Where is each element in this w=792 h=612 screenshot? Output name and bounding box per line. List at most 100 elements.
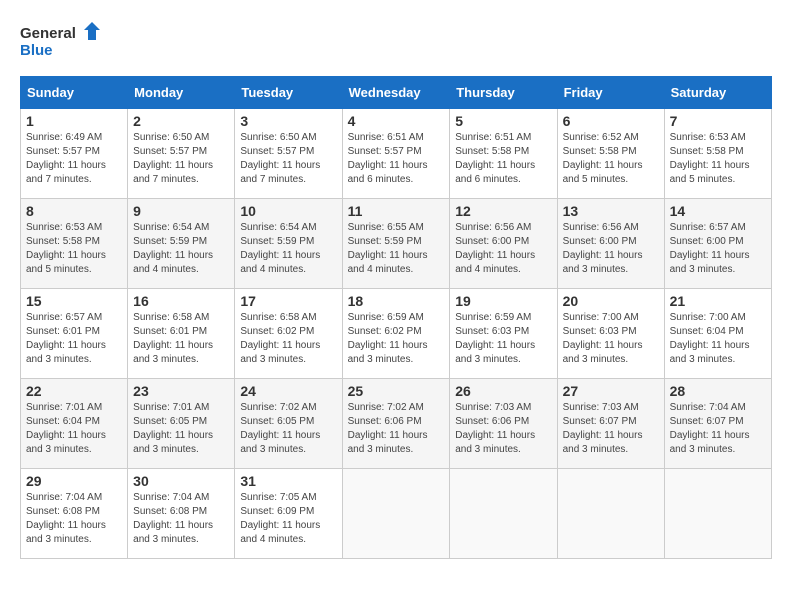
daylight-label: Daylight: 11 hours and 3 minutes. (563, 340, 643, 365)
sunrise-label: Sunrise: 6:54 AM (240, 222, 316, 233)
sunset-label: Sunset: 5:57 PM (26, 146, 100, 157)
calendar-cell: 30 Sunrise: 7:04 AM Sunset: 6:08 PM Dayl… (128, 469, 235, 559)
sunset-label: Sunset: 6:05 PM (240, 416, 314, 427)
daylight-label: Daylight: 11 hours and 7 minutes. (26, 160, 106, 185)
weekday-header-row: SundayMondayTuesdayWednesdayThursdayFrid… (21, 77, 772, 109)
calendar-cell: 26 Sunrise: 7:03 AM Sunset: 6:06 PM Dayl… (450, 379, 557, 469)
day-number: 6 (563, 113, 659, 129)
sunrise-label: Sunrise: 6:52 AM (563, 132, 639, 143)
calendar-cell: 29 Sunrise: 7:04 AM Sunset: 6:08 PM Dayl… (21, 469, 128, 559)
daylight-label: Daylight: 11 hours and 3 minutes. (670, 340, 750, 365)
day-info: Sunrise: 7:04 AM Sunset: 6:08 PM Dayligh… (26, 491, 122, 547)
daylight-label: Daylight: 11 hours and 3 minutes. (455, 340, 535, 365)
daylight-label: Daylight: 11 hours and 6 minutes. (348, 160, 428, 185)
day-info: Sunrise: 7:02 AM Sunset: 6:06 PM Dayligh… (348, 401, 445, 457)
daylight-label: Daylight: 11 hours and 7 minutes. (133, 160, 213, 185)
day-info: Sunrise: 6:51 AM Sunset: 5:57 PM Dayligh… (348, 131, 445, 187)
calendar-cell: 1 Sunrise: 6:49 AM Sunset: 5:57 PM Dayli… (21, 109, 128, 199)
daylight-label: Daylight: 11 hours and 3 minutes. (670, 250, 750, 275)
calendar-week-row: 29 Sunrise: 7:04 AM Sunset: 6:08 PM Dayl… (21, 469, 772, 559)
day-info: Sunrise: 6:57 AM Sunset: 6:00 PM Dayligh… (670, 221, 766, 277)
sunset-label: Sunset: 6:05 PM (133, 416, 207, 427)
calendar-cell: 3 Sunrise: 6:50 AM Sunset: 5:57 PM Dayli… (235, 109, 342, 199)
day-info: Sunrise: 6:56 AM Sunset: 6:00 PM Dayligh… (563, 221, 659, 277)
daylight-label: Daylight: 11 hours and 4 minutes. (133, 250, 213, 275)
sunrise-label: Sunrise: 7:03 AM (455, 402, 531, 413)
daylight-label: Daylight: 11 hours and 3 minutes. (563, 430, 643, 455)
calendar-cell: 22 Sunrise: 7:01 AM Sunset: 6:04 PM Dayl… (21, 379, 128, 469)
calendar-cell: 14 Sunrise: 6:57 AM Sunset: 6:00 PM Dayl… (664, 199, 771, 289)
daylight-label: Daylight: 11 hours and 3 minutes. (133, 520, 213, 545)
day-info: Sunrise: 6:54 AM Sunset: 5:59 PM Dayligh… (240, 221, 336, 277)
calendar-week-row: 15 Sunrise: 6:57 AM Sunset: 6:01 PM Dayl… (21, 289, 772, 379)
sunset-label: Sunset: 6:08 PM (26, 506, 100, 517)
sunset-label: Sunset: 6:09 PM (240, 506, 314, 517)
day-number: 28 (670, 383, 766, 399)
sunset-label: Sunset: 5:58 PM (670, 146, 744, 157)
sunset-label: Sunset: 6:01 PM (26, 326, 100, 337)
day-info: Sunrise: 7:04 AM Sunset: 6:07 PM Dayligh… (670, 401, 766, 457)
sunset-label: Sunset: 5:58 PM (26, 236, 100, 247)
day-info: Sunrise: 7:04 AM Sunset: 6:08 PM Dayligh… (133, 491, 229, 547)
day-number: 11 (348, 203, 445, 219)
sunrise-label: Sunrise: 7:01 AM (133, 402, 209, 413)
day-info: Sunrise: 6:55 AM Sunset: 5:59 PM Dayligh… (348, 221, 445, 277)
day-info: Sunrise: 6:50 AM Sunset: 5:57 PM Dayligh… (240, 131, 336, 187)
sunset-label: Sunset: 5:57 PM (240, 146, 314, 157)
sunset-label: Sunset: 5:59 PM (240, 236, 314, 247)
daylight-label: Daylight: 11 hours and 5 minutes. (26, 250, 106, 275)
day-info: Sunrise: 6:59 AM Sunset: 6:02 PM Dayligh… (348, 311, 445, 367)
sunrise-label: Sunrise: 6:53 AM (26, 222, 102, 233)
sunset-label: Sunset: 6:04 PM (26, 416, 100, 427)
calendar-cell: 8 Sunrise: 6:53 AM Sunset: 5:58 PM Dayli… (21, 199, 128, 289)
day-number: 12 (455, 203, 551, 219)
weekday-header-cell: Friday (557, 77, 664, 109)
calendar-cell: 11 Sunrise: 6:55 AM Sunset: 5:59 PM Dayl… (342, 199, 450, 289)
day-number: 29 (26, 473, 122, 489)
daylight-label: Daylight: 11 hours and 5 minutes. (563, 160, 643, 185)
svg-text:Blue: Blue (20, 42, 53, 59)
daylight-label: Daylight: 11 hours and 3 minutes. (348, 340, 428, 365)
calendar-week-row: 1 Sunrise: 6:49 AM Sunset: 5:57 PM Dayli… (21, 109, 772, 199)
sunrise-label: Sunrise: 7:00 AM (670, 312, 746, 323)
daylight-label: Daylight: 11 hours and 3 minutes. (240, 430, 320, 455)
svg-text:General: General (20, 25, 76, 42)
sunrise-label: Sunrise: 7:01 AM (26, 402, 102, 413)
sunrise-label: Sunrise: 7:02 AM (348, 402, 424, 413)
day-number: 3 (240, 113, 336, 129)
day-info: Sunrise: 6:54 AM Sunset: 5:59 PM Dayligh… (133, 221, 229, 277)
sunrise-label: Sunrise: 7:05 AM (240, 492, 316, 503)
day-number: 30 (133, 473, 229, 489)
daylight-label: Daylight: 11 hours and 3 minutes. (455, 430, 535, 455)
day-info: Sunrise: 7:03 AM Sunset: 6:06 PM Dayligh… (455, 401, 551, 457)
calendar-cell: 7 Sunrise: 6:53 AM Sunset: 5:58 PM Dayli… (664, 109, 771, 199)
sunset-label: Sunset: 5:59 PM (348, 236, 422, 247)
day-info: Sunrise: 7:05 AM Sunset: 6:09 PM Dayligh… (240, 491, 336, 547)
day-number: 7 (670, 113, 766, 129)
day-number: 26 (455, 383, 551, 399)
sunrise-label: Sunrise: 7:03 AM (563, 402, 639, 413)
sunrise-label: Sunrise: 6:55 AM (348, 222, 424, 233)
sunrise-label: Sunrise: 7:04 AM (26, 492, 102, 503)
calendar-cell: 24 Sunrise: 7:02 AM Sunset: 6:05 PM Dayl… (235, 379, 342, 469)
day-number: 15 (26, 293, 122, 309)
sunrise-label: Sunrise: 6:53 AM (670, 132, 746, 143)
sunset-label: Sunset: 5:59 PM (133, 236, 207, 247)
logo: General Blue (20, 20, 100, 60)
sunset-label: Sunset: 5:58 PM (563, 146, 637, 157)
calendar-week-row: 22 Sunrise: 7:01 AM Sunset: 6:04 PM Dayl… (21, 379, 772, 469)
daylight-label: Daylight: 11 hours and 4 minutes. (348, 250, 428, 275)
sunset-label: Sunset: 6:02 PM (240, 326, 314, 337)
daylight-label: Daylight: 11 hours and 3 minutes. (26, 340, 106, 365)
day-number: 19 (455, 293, 551, 309)
sunset-label: Sunset: 6:08 PM (133, 506, 207, 517)
day-number: 24 (240, 383, 336, 399)
day-info: Sunrise: 6:52 AM Sunset: 5:58 PM Dayligh… (563, 131, 659, 187)
calendar-cell: 5 Sunrise: 6:51 AM Sunset: 5:58 PM Dayli… (450, 109, 557, 199)
sunrise-label: Sunrise: 6:49 AM (26, 132, 102, 143)
calendar-cell: 23 Sunrise: 7:01 AM Sunset: 6:05 PM Dayl… (128, 379, 235, 469)
sunrise-label: Sunrise: 6:59 AM (455, 312, 531, 323)
calendar-cell: 18 Sunrise: 6:59 AM Sunset: 6:02 PM Dayl… (342, 289, 450, 379)
day-number: 18 (348, 293, 445, 309)
calendar-cell: 28 Sunrise: 7:04 AM Sunset: 6:07 PM Dayl… (664, 379, 771, 469)
